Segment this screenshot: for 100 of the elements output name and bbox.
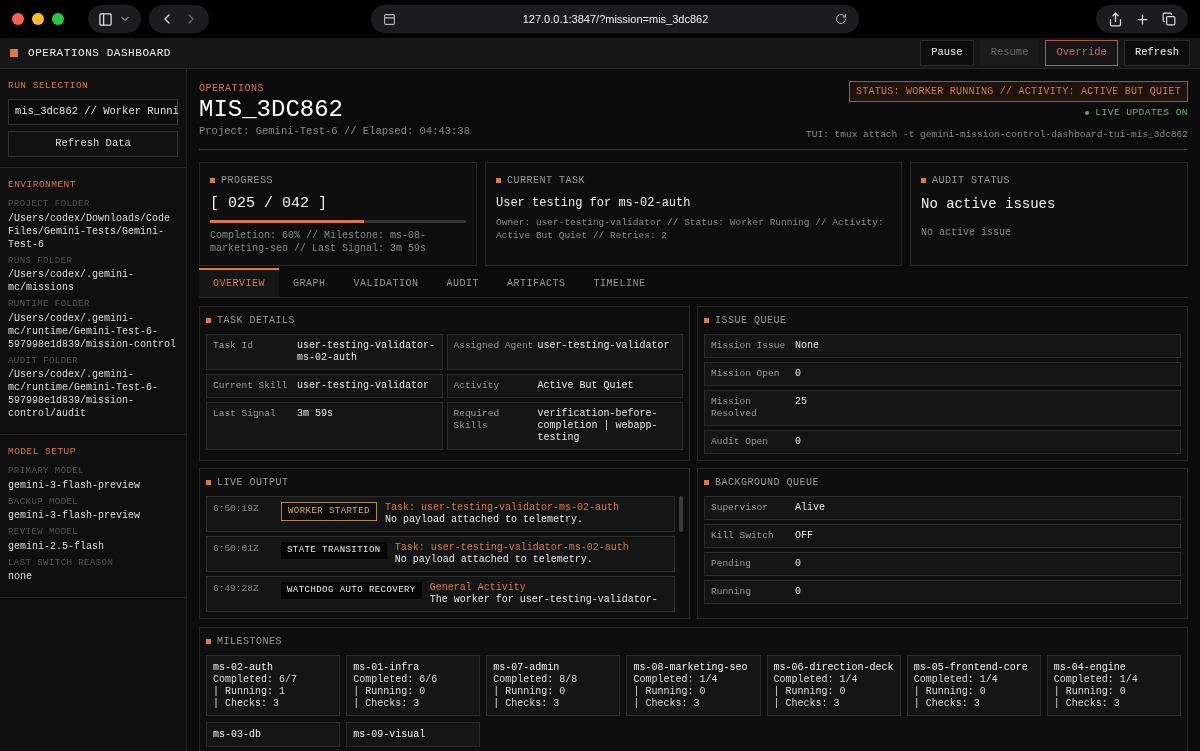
field-value: gemini-2.5-flash (8, 539, 105, 553)
page-icon (383, 12, 396, 26)
milestone-completed: Completed: 1/4 (773, 673, 859, 686)
milestone-name: ms-08-marketing-seo (633, 660, 749, 674)
toolbar-button[interactable]: Pause (920, 40, 974, 66)
milestone-name: ms-06-direction-deck (773, 660, 894, 674)
reload-icon[interactable] (835, 13, 847, 25)
detail-value: 0 (795, 435, 802, 448)
minimize-window-button[interactable] (32, 13, 44, 25)
detail-label: Assigned Agent (453, 339, 534, 353)
log-message: The worker for user-testing-validator- (429, 593, 658, 606)
detail-value: OFF (795, 529, 814, 542)
bullet-icon (206, 317, 211, 323)
milestone-checks: | Checks: 3 (773, 697, 841, 710)
detail-value: 0 (795, 367, 802, 380)
close-window-button[interactable] (12, 13, 24, 25)
bullet-icon (206, 479, 211, 485)
address-bar[interactable]: 127.0.0.1:3847/?mission=mis_3dc862 (371, 5, 859, 33)
log-time: 6:50:01Z (213, 541, 260, 556)
detail-label: Required Skills (453, 407, 501, 433)
run-select-field[interactable]: mis_3dc862 // Worker Runni (8, 99, 178, 125)
panel-title: PROGRESS (221, 173, 273, 188)
detail-value: Active But Quiet (537, 379, 635, 392)
zoom-window-button[interactable] (52, 13, 64, 25)
milestone-completed: Completed: 8/8 (493, 673, 579, 686)
log-message: No payload attached to telemetry. (384, 513, 584, 526)
detail-value: 0 (795, 557, 802, 570)
field-label: PROJECT FOLDER (8, 198, 91, 211)
field-value: /Users/codex/.gemini-mc/missions (8, 268, 136, 294)
milestone-name: ms-04-engine (1053, 660, 1127, 674)
milestone-name: ms-09-visual (353, 727, 427, 741)
event-badge: STATE TRANSITION (281, 541, 387, 559)
tab[interactable]: AUDIT (432, 267, 494, 297)
field-label: PRIMARY MODEL (8, 465, 86, 479)
panel-title: BACKGROUND QUEUE (715, 475, 819, 490)
plus-icon[interactable] (1135, 11, 1150, 27)
eyebrow-label: OPERATIONS (199, 82, 265, 96)
detail-label: Mission Open (711, 367, 781, 380)
tab[interactable]: OVERVIEW (199, 267, 279, 297)
milestone-completed: Completed: 1/4 (1053, 673, 1139, 686)
milestone-name: ms-01-infra (353, 660, 421, 674)
bullet-icon (921, 177, 926, 183)
milestone-completed: Completed: 1/4 (633, 673, 719, 686)
detail-label: Mission Issue (711, 339, 787, 352)
detail-label: Activity (453, 379, 501, 392)
toolbar-button[interactable]: Refresh (1123, 40, 1190, 66)
tab[interactable]: GRAPH (279, 267, 340, 297)
log-time: 6:49:28Z (213, 581, 260, 596)
log-time: 6:50:19Z (213, 501, 260, 516)
tabs-icon[interactable] (1162, 12, 1176, 26)
field-label: AUDIT FOLDER (8, 354, 80, 368)
detail-value: verification-before-completion | webapp-testing (537, 407, 659, 444)
sidebar-icon (98, 11, 113, 27)
section-title: MODEL SETUP (8, 445, 77, 459)
section-title: RUN SELECTION (8, 79, 90, 93)
app-title: OPERATIONS DASHBOARD (28, 45, 172, 61)
detail-label: Task Id (213, 339, 254, 353)
bullet-icon (704, 317, 709, 323)
share-icon[interactable] (1108, 11, 1123, 27)
scrollbar[interactable] (679, 495, 683, 532)
field-value: none (8, 570, 33, 584)
panel-title: CURRENT TASK (507, 173, 585, 188)
milestone-running: | Running: 0 (1053, 685, 1127, 698)
field-label: BACKUP MODEL (8, 495, 80, 509)
refresh-data-button[interactable]: Refresh Data (8, 131, 178, 157)
detail-value: user-testing-validator (537, 339, 671, 353)
task-heading: User testing for ms-02-auth (496, 194, 692, 212)
tab[interactable]: ARTIFACTS (493, 267, 580, 297)
milestone-completed: Completed: 6/6 (353, 673, 439, 686)
audit-heading: No active issues (921, 194, 1057, 214)
detail-label: Supervisor (711, 501, 769, 514)
field-label: REVIEW MODEL (8, 526, 80, 540)
field-value: /Users/codex/Downloads/Code Files/Gemini-Tests/Gemini-Test-6 (8, 211, 172, 251)
sidebar-menu-button[interactable] (88, 5, 141, 33)
bullet-icon (210, 177, 215, 183)
toolbar-button[interactable]: Override (1045, 40, 1118, 66)
panel-title: AUDIT STATUS (932, 173, 1010, 188)
milestone-running: | Running: 0 (353, 685, 427, 698)
detail-label: Pending (711, 557, 752, 570)
detail-value: None (795, 339, 820, 352)
field-label: LAST SWITCH REASON (8, 556, 115, 570)
field-label: RUNTIME FOLDER (8, 298, 91, 311)
milestone-checks: | Checks: 3 (633, 697, 701, 710)
detail-label: Last Signal (213, 407, 277, 421)
mission-title: MIS_3DC862 (199, 96, 345, 124)
detail-value: 25 (795, 395, 808, 409)
log-subject: Task: user-testing-validator-ms-02-auth (384, 501, 619, 514)
detail-label: Running (711, 585, 752, 598)
tab[interactable]: TIMELINE (579, 267, 660, 297)
tab[interactable]: VALIDATION (339, 267, 433, 297)
mission-subtitle: Project: Gemini-Test-6 // Elapsed: 04:43:38 (199, 124, 470, 139)
milestone-running: | Running: 0 (633, 685, 707, 698)
bullet-icon (496, 177, 501, 183)
detail-value: 3m 59s (297, 407, 334, 421)
milestone-checks: | Checks: 3 (353, 697, 421, 710)
detail-value: Alive (795, 501, 826, 514)
detail-value: user-testing-validator (297, 379, 431, 392)
milestone-running: | Running: 0 (773, 685, 847, 698)
task-detail: Owner: user-testing-validator // Status: Worker Running // Activity: Active But Quiet // Retries: 2 (496, 215, 885, 242)
status-badge: STATUS: WORKER RUNNING // ACTIVITY: ACTIVE BUT QUIET (848, 81, 1188, 102)
